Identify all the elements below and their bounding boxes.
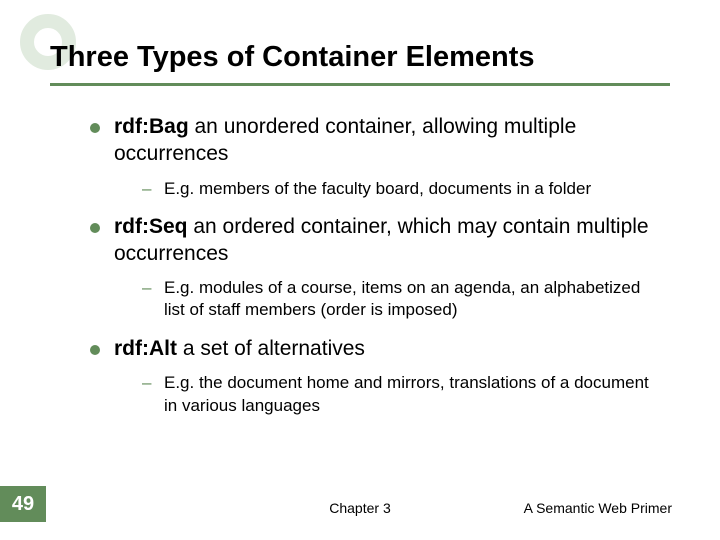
dash-icon: – (142, 277, 154, 299)
bullet-icon (90, 123, 100, 133)
sub-list: – E.g. modules of a course, items on an … (90, 277, 660, 321)
term-rest: an ordered container, which may contain … (114, 215, 649, 265)
list-item: rdf:Bag an unordered container, allowing… (90, 114, 660, 200)
sub-list: – E.g. members of the faculty board, doc… (90, 178, 660, 200)
term-rest: a set of alternatives (177, 337, 365, 360)
list-item: rdf:Alt a set of alternatives – E.g. the… (90, 336, 660, 417)
title-region: Three Types of Container Elements (50, 40, 670, 86)
list-item: rdf:Seq an ordered container, which may … (90, 214, 660, 322)
sub-list: – E.g. the document home and mirrors, tr… (90, 372, 660, 416)
sub-item-text: E.g. members of the faculty board, docum… (164, 178, 591, 200)
sub-list-item: – E.g. the document home and mirrors, tr… (142, 372, 660, 416)
slide-title: Three Types of Container Elements (50, 40, 670, 75)
sub-item-text: E.g. the document home and mirrors, tran… (164, 372, 660, 416)
list-item-text: rdf:Bag an unordered container, allowing… (114, 114, 660, 168)
dash-icon: – (142, 178, 154, 200)
list-item-text: rdf:Seq an ordered container, which may … (114, 214, 660, 268)
list-item-text: rdf:Alt a set of alternatives (114, 336, 365, 363)
term: rdf:Bag (114, 115, 189, 138)
dash-icon: – (142, 372, 154, 394)
sub-list-item: – E.g. members of the faculty board, doc… (142, 178, 660, 200)
slide: Three Types of Container Elements rdf:Ba… (0, 0, 720, 540)
footer-right: A Semantic Web Primer (524, 500, 672, 516)
term: rdf:Seq (114, 215, 188, 238)
bullet-icon (90, 223, 100, 233)
term: rdf:Alt (114, 337, 177, 360)
sub-list-item: – E.g. modules of a course, items on an … (142, 277, 660, 321)
sub-item-text: E.g. modules of a course, items on an ag… (164, 277, 660, 321)
bullet-list: rdf:Bag an unordered container, allowing… (90, 114, 660, 417)
bullet-icon (90, 345, 100, 355)
footer: 49 Chapter 3 A Semantic Web Primer (0, 492, 720, 522)
content-area: rdf:Bag an unordered container, allowing… (50, 114, 670, 417)
title-underline (50, 83, 670, 86)
